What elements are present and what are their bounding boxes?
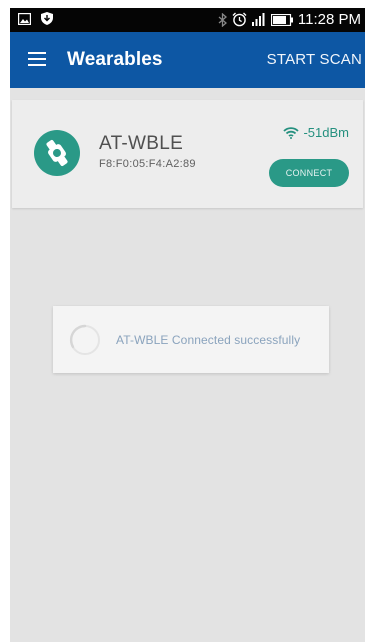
device-card[interactable]: AT-WBLE F8:F0:05:F4:A2:89 -51dBm CONNECT — [12, 100, 363, 208]
phone-screen: 11:28 PM Wearables START SCAN AT-WBLE F8… — [10, 8, 365, 642]
dialog-message: AT-WBLE Connected successfully — [116, 333, 301, 347]
wifi-icon — [283, 126, 300, 139]
alarm-icon — [232, 12, 247, 27]
start-scan-button[interactable]: START SCAN — [267, 51, 362, 68]
battery-icon — [270, 13, 293, 26]
shield-download-icon — [41, 12, 53, 25]
app-title: Wearables — [67, 49, 163, 70]
device-mac-address: F8:F0:05:F4:A2:89 — [99, 158, 196, 170]
status-time: 11:28 PM — [297, 11, 361, 28]
progress-dialog: AT-WBLE Connected successfully — [53, 306, 329, 373]
menu-icon[interactable] — [28, 52, 46, 66]
signal-strength: -51dBm — [283, 125, 349, 140]
status-bar: 11:28 PM — [10, 8, 365, 32]
device-name: AT-WBLE — [99, 133, 184, 154]
bluetooth-icon — [218, 12, 227, 27]
rssi-value: -51dBm — [303, 125, 349, 140]
connect-button[interactable]: CONNECT — [269, 159, 349, 187]
spinner-icon — [68, 323, 102, 362]
watch-icon — [46, 140, 68, 166]
app-bar: Wearables START SCAN — [10, 32, 365, 88]
status-left-icons — [18, 12, 53, 25]
device-avatar — [34, 130, 80, 176]
image-icon — [18, 12, 31, 25]
status-right-icons: 11:28 PM — [218, 11, 361, 28]
signal-icon — [251, 13, 266, 26]
